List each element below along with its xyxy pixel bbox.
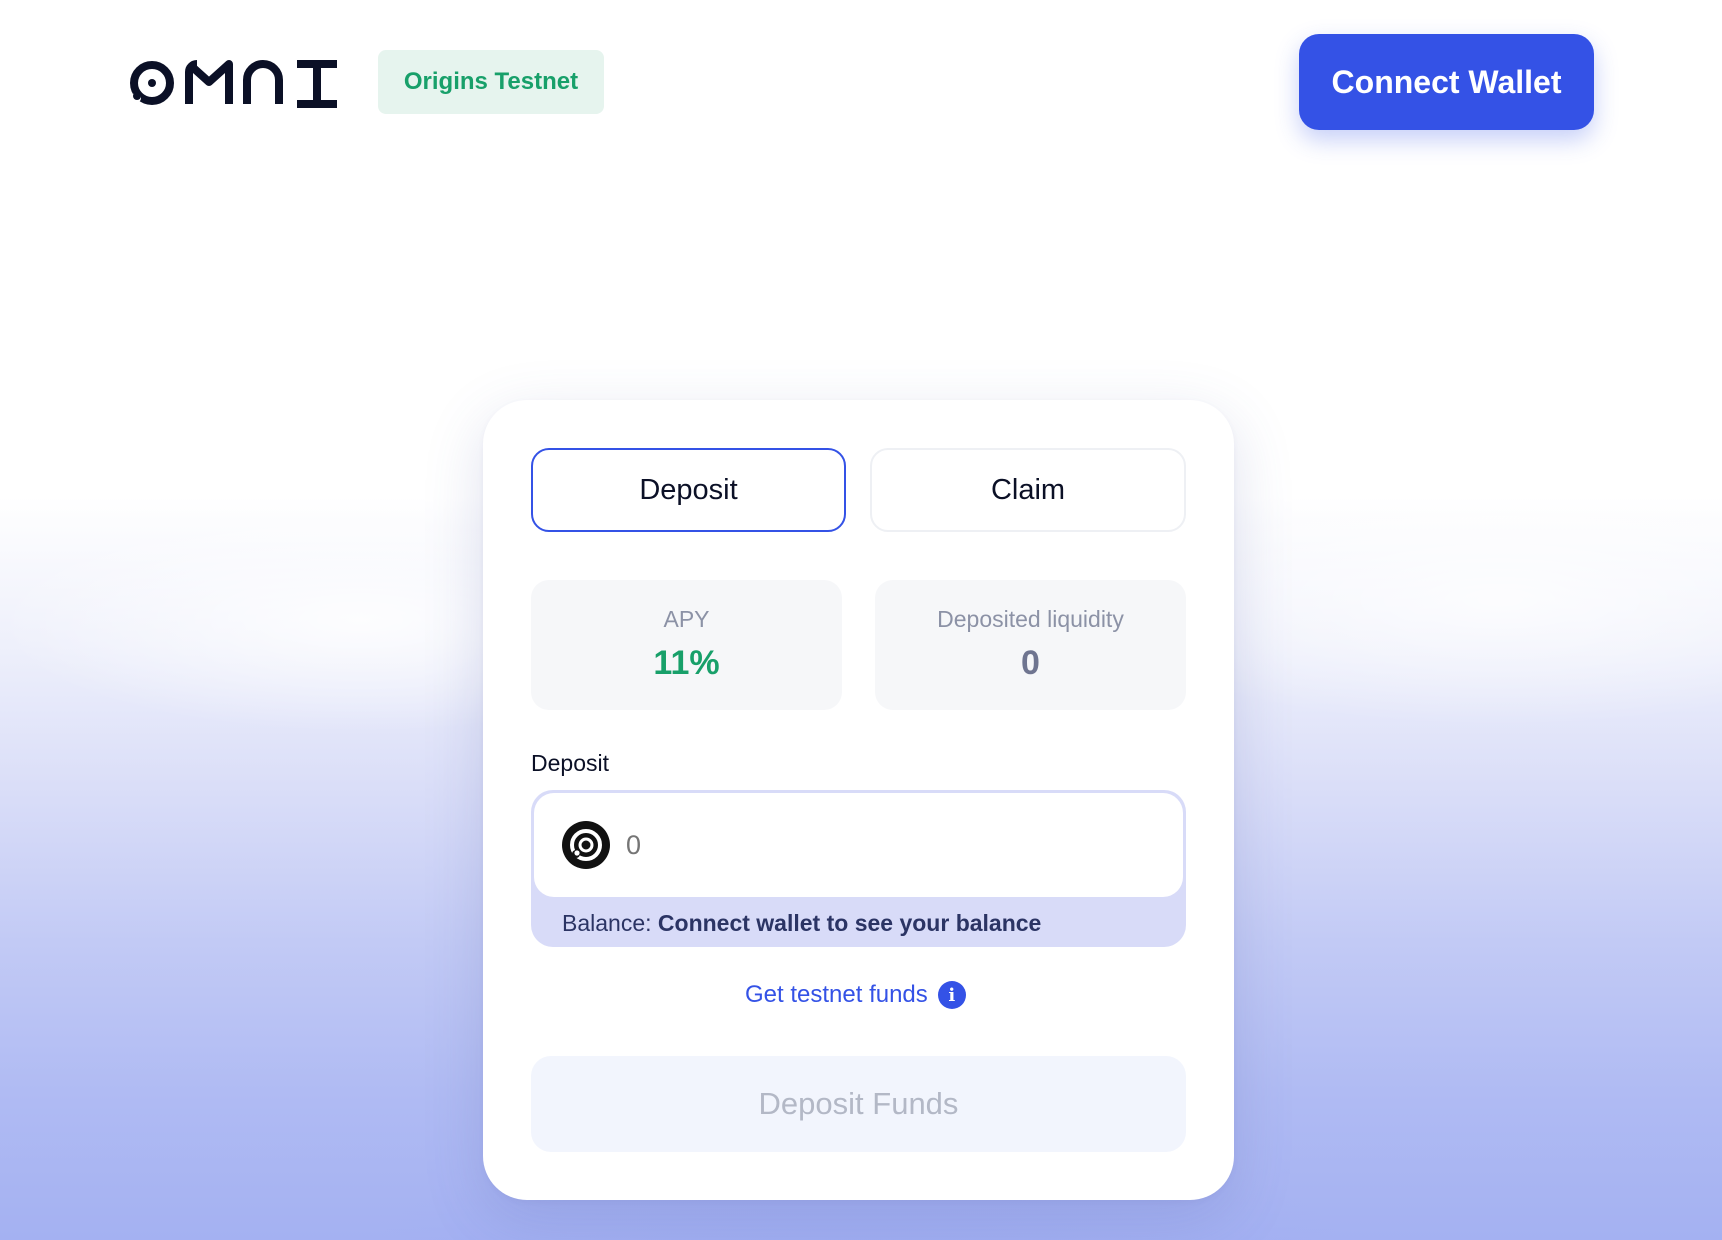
deposit-card: Deposit Claim APY 11% Deposited liquidit…: [483, 400, 1234, 1200]
deposit-field-label: Deposit: [531, 750, 609, 776]
connect-wallet-button[interactable]: Connect Wallet: [1299, 34, 1594, 130]
apy-stat: APY 11%: [531, 580, 842, 710]
omni-token-icon: [562, 821, 610, 869]
deposit-funds-button[interactable]: Deposit Funds: [531, 1056, 1186, 1152]
deposited-liquidity-value: 0: [1021, 644, 1040, 682]
tab-deposit[interactable]: Deposit: [531, 448, 846, 532]
omni-logo[interactable]: [127, 58, 342, 108]
apy-value: 11%: [653, 644, 720, 682]
network-badge: Origins Testnet: [378, 50, 604, 114]
tab-claim[interactable]: Claim: [870, 448, 1186, 532]
balance-label: Balance:: [562, 910, 658, 936]
deposited-liquidity-label: Deposited liquidity: [937, 606, 1124, 632]
get-testnet-funds-link[interactable]: Get testnet funds i: [745, 975, 966, 1015]
deposit-amount-input[interactable]: [626, 823, 1146, 867]
balance-value: Connect wallet to see your balance: [657, 910, 1042, 936]
get-testnet-funds-label: Get testnet funds: [745, 981, 928, 1008]
deposit-input-box[interactable]: [534, 793, 1183, 897]
deposited-liquidity-stat: Deposited liquidity 0: [875, 580, 1186, 710]
info-icon[interactable]: i: [937, 981, 966, 1009]
apy-label: APY: [663, 606, 710, 632]
balance-info: Balance: Connect wallet to see your bala…: [562, 910, 1041, 937]
deposit-input-group: Balance: Connect wallet to see your bala…: [531, 790, 1186, 947]
